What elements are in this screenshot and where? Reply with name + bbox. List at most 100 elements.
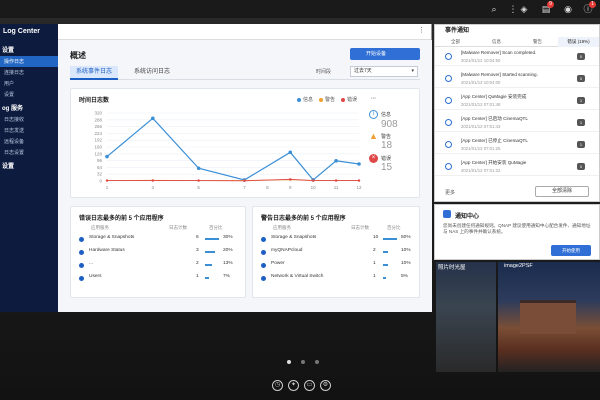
more-icon[interactable]: ··· xyxy=(371,96,376,102)
bell-icon xyxy=(443,210,451,218)
system-taskbar: ⌕ ⋮ ◈ ▤ 9 ◉ ⓘ 1 xyxy=(0,0,600,18)
data-point xyxy=(105,179,109,182)
dock: ◷ ✦ ▭ ⚙ xyxy=(268,379,334,393)
settings-icon[interactable]: ⚙ xyxy=(320,380,331,391)
clock-icon[interactable]: ◷ xyxy=(272,380,283,391)
x-tick-label: 5 xyxy=(197,185,200,190)
window-title: Log Center xyxy=(0,24,58,40)
legend-warning: 警告 xyxy=(319,96,335,103)
main-content: 概述 开始设备 系统事件日志 系统访问日志 时间段 过去7天 ▾ 时间日志数 信… xyxy=(58,40,432,312)
stat-error: × 错误 xyxy=(369,154,391,163)
time-range-select[interactable]: 过去7天 ▾ xyxy=(350,66,418,77)
sidebar-item-log-settings[interactable]: 日志设置 xyxy=(0,147,58,158)
notification-item[interactable]: [App Center] 已启动 CinemaQTL 2021/01/12 07:… xyxy=(435,115,599,132)
table-row: Storage & Snapshots 6 30% xyxy=(79,235,239,245)
info-badge: 1 xyxy=(589,1,596,8)
stat-error-value: 15 xyxy=(381,162,393,173)
x-tick-label: 10 xyxy=(311,185,317,190)
notification-panel-title: 事件通知 xyxy=(445,28,470,34)
sidebar-item-settings[interactable]: 设置 xyxy=(0,89,58,100)
warning-icon: ▲ xyxy=(369,131,378,141)
page-dot[interactable] xyxy=(301,360,305,364)
clear-all-button[interactable]: 全部清除 xyxy=(535,186,589,197)
user-icon[interactable]: ◉ xyxy=(562,3,574,15)
card-title: 警告日志最多的前 5 个应用程序 xyxy=(261,216,346,222)
wallpaper-building xyxy=(520,300,576,334)
y-tick-label: 224 xyxy=(94,131,102,136)
sidebar-item-remote-device[interactable]: 远程设备 xyxy=(0,136,58,147)
y-tick-label: 96 xyxy=(97,158,103,163)
stat-warning-value: 18 xyxy=(381,140,393,151)
notification-item[interactable]: [Malware Remover] Scan completed. 2021/01… xyxy=(435,49,599,66)
info-icon xyxy=(445,97,452,104)
sidebar-item-log-receive[interactable]: 日志接收 xyxy=(0,114,58,125)
info-icon xyxy=(445,141,452,148)
window-menu-icon[interactable]: ⋮ xyxy=(418,26,425,34)
sidebar: 设置 操作日志 连接日志 用户 设置 og 服务 日志接收 日志发送 远程设备 … xyxy=(0,40,58,312)
x-tick-label: 7 xyxy=(243,185,246,190)
info-icon xyxy=(445,75,452,82)
more-link[interactable]: 更多 xyxy=(445,189,455,196)
sidebar-item-operation-log[interactable]: 操作日志 xyxy=(0,56,58,67)
error-icon: × xyxy=(369,154,378,163)
time-range-label: 时间段 xyxy=(316,69,332,75)
log-count-chart-card: 时间日志数 信息 警告 错误 ··· 0 32 64 96 128 160 192 224 25… xyxy=(70,88,420,198)
y-tick-label: 32 xyxy=(97,172,103,177)
data-point xyxy=(196,166,201,171)
search-icon[interactable]: ⌕ xyxy=(488,3,500,15)
notif-tab-info[interactable]: 信息 xyxy=(476,37,517,47)
column-header: 百分比 xyxy=(387,225,401,230)
volume-icon[interactable]: ◈ xyxy=(518,3,530,15)
stat-info-value: 908 xyxy=(381,119,398,130)
column-header: 应用服务 xyxy=(91,225,109,230)
data-point xyxy=(151,179,155,182)
sidebar-item-log-send[interactable]: 日志发送 xyxy=(0,125,58,136)
notification-item[interactable]: [App Center] QuMagie 安装完成 2021/01/12 07:0… xyxy=(435,93,599,110)
notification-tabs: 全部 信息 警告 错误 (19%) xyxy=(435,37,599,47)
start-device-button[interactable]: 开始设备 xyxy=(350,48,420,60)
data-point xyxy=(357,179,361,182)
y-tick-label: 160 xyxy=(94,145,102,150)
column-header: 日志计数 xyxy=(169,225,187,230)
page-indicator xyxy=(282,360,324,366)
window-titlebar: Log Center ⋮ xyxy=(0,24,431,40)
page-dot[interactable] xyxy=(315,360,319,364)
y-tick-label: 256 xyxy=(94,124,102,129)
notification-item[interactable]: [Malware Remover] Started scanning. 2021/… xyxy=(435,71,599,88)
legend-info: 信息 xyxy=(297,96,313,103)
sidebar-item-users[interactable]: 用户 xyxy=(0,78,58,89)
notif-tab-error[interactable]: 错误 (19%) xyxy=(558,37,599,47)
tab-system-event-log[interactable]: 系统事件日志 xyxy=(70,66,119,80)
notification-item[interactable]: [App Center] 开始安装 QuMagie 2021/01/12 07:0… xyxy=(435,159,599,176)
notification-center-body: 您尚未创建任何通知规则。QNAP 建议使用通知中心配合发件、通知地址与 NAS … xyxy=(443,223,591,234)
x-tick-label: 12 xyxy=(356,185,362,190)
top-error-apps-card: 错误日志最多的前 5 个应用程序 应用服务 日志计数 百分比 Storage &… xyxy=(70,206,246,298)
data-point xyxy=(357,162,361,166)
x-tick-label: 8 xyxy=(266,185,269,190)
data-point xyxy=(105,154,109,159)
get-started-button[interactable]: 开始使用 xyxy=(551,245,591,256)
data-point xyxy=(289,178,292,181)
sidebar-item-connection-log[interactable]: 连接日志 xyxy=(0,67,58,78)
stat-warning: ▲ 警告 xyxy=(369,131,391,141)
stat-info: i 信息 xyxy=(369,110,392,119)
tab-system-access-log[interactable]: 系统访问日志 xyxy=(128,66,176,80)
card-title: 错误日志最多的前 5 个应用程序 xyxy=(79,216,164,222)
table-row: myQNAPcloud 2 10% xyxy=(261,248,421,258)
tools-icon[interactable]: ✦ xyxy=(288,380,299,391)
y-tick-label: 0 xyxy=(99,179,102,184)
data-point xyxy=(151,116,155,121)
y-tick-label: 320 xyxy=(94,111,102,116)
sidebar-section-header: og 服务 xyxy=(2,106,23,112)
notif-tab-all[interactable]: 全部 xyxy=(435,37,476,47)
notif-tab-warning[interactable]: 警告 xyxy=(517,37,558,47)
notification-badge: 9 xyxy=(547,1,554,8)
legend-error: 错误 xyxy=(341,96,357,103)
page-dot[interactable] xyxy=(287,360,291,364)
notification-item[interactable]: [App Center] 已停止 CinemaQTL 2021/01/12 07:… xyxy=(435,137,599,154)
sidebar-section-header: 设置 xyxy=(2,48,15,54)
stat-label: 信息 xyxy=(381,112,392,118)
x-tick-label: 3 xyxy=(152,185,155,190)
photo-caption: image2PSF xyxy=(504,263,533,269)
windows-icon[interactable]: ▭ xyxy=(304,380,315,391)
